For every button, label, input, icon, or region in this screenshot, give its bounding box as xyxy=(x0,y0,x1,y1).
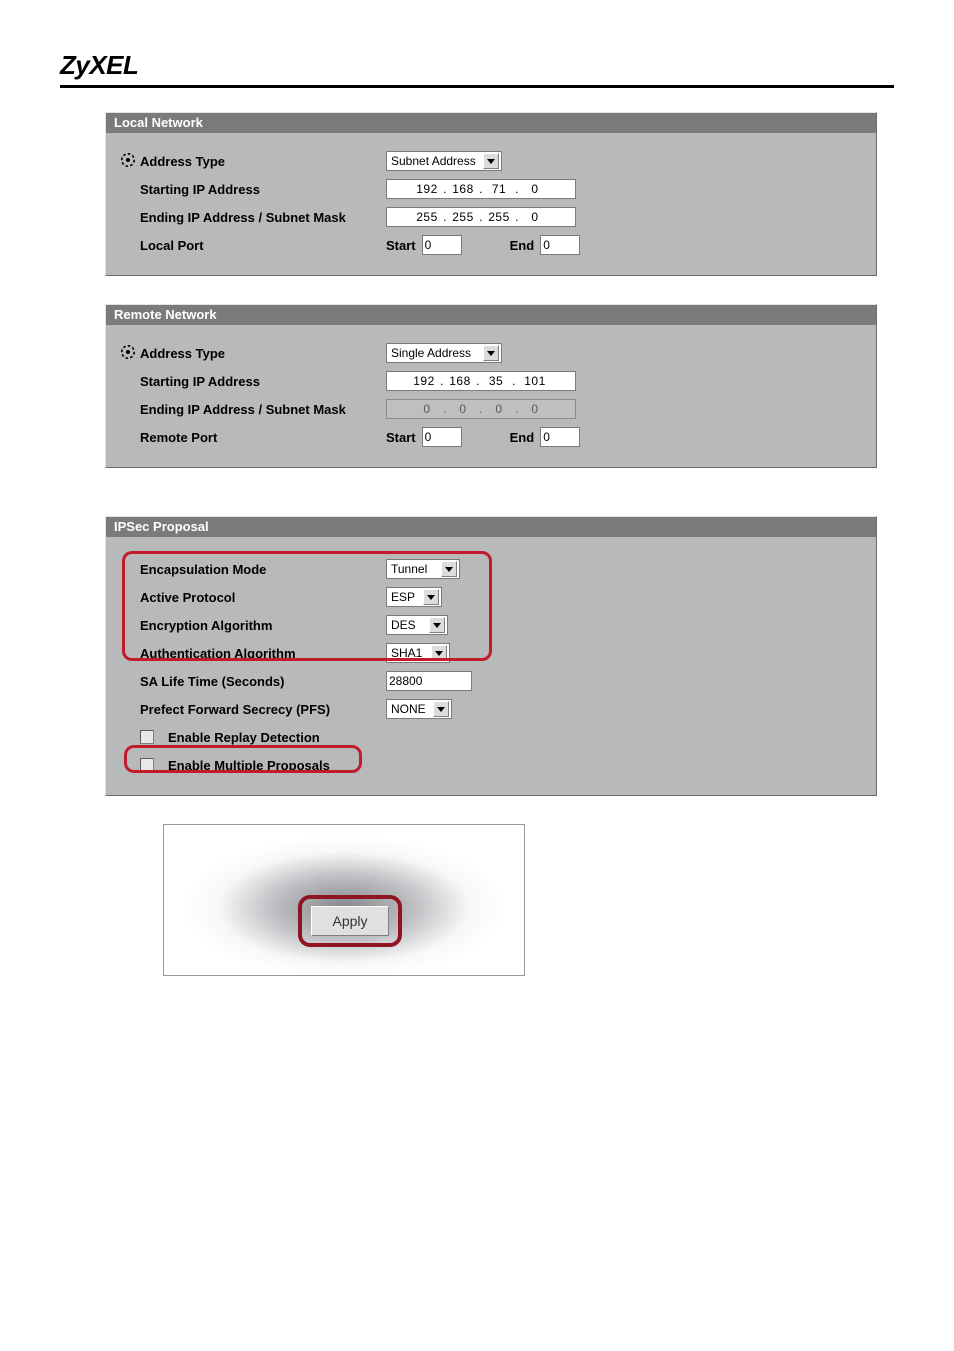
select-authentication-algorithm[interactable]: SHA1 xyxy=(386,643,450,663)
label-port-start: Start xyxy=(386,238,416,253)
highlight-box-apply: Apply xyxy=(298,895,402,947)
panel-ipsec-proposal: IPSec Proposal Encapsulation Mode Tunnel… xyxy=(105,516,877,796)
label-local-port: Local Port xyxy=(140,238,386,253)
select-pfs[interactable]: NONE xyxy=(386,699,452,719)
label-enable-multiple-proposals: Enable Multiple Proposals xyxy=(168,758,330,773)
label-starting-ip: Starting IP Address xyxy=(140,374,386,389)
select-value: ESP xyxy=(391,590,421,604)
apply-button[interactable]: Apply xyxy=(311,906,389,936)
select-encryption-algorithm[interactable]: DES xyxy=(386,615,448,635)
label-pfs: Prefect Forward Secrecy (PFS) xyxy=(140,702,386,717)
select-value: Single Address xyxy=(391,346,481,360)
panel-title-local: Local Network xyxy=(106,113,876,133)
label-active-protocol: Active Protocol xyxy=(140,590,386,605)
input-remote-port-start[interactable]: 0 xyxy=(422,427,462,447)
label-sa-life-time: SA Life Time (Seconds) xyxy=(140,674,386,689)
select-value: SHA1 xyxy=(391,646,429,660)
chevron-down-icon[interactable] xyxy=(429,617,445,633)
checkbox-enable-replay-detection[interactable] xyxy=(140,730,154,744)
label-authentication-algorithm: Authentication Algorithm xyxy=(140,646,386,661)
select-value: Tunnel xyxy=(391,562,439,576)
chevron-down-icon[interactable] xyxy=(431,645,447,661)
label-address-type: Address Type xyxy=(140,154,386,169)
select-encapsulation-mode[interactable]: Tunnel xyxy=(386,559,460,579)
chevron-down-icon[interactable] xyxy=(423,589,439,605)
input-remote-port-end[interactable]: 0 xyxy=(540,427,580,447)
select-remote-address-type[interactable]: Single Address xyxy=(386,343,502,363)
input-local-starting-ip[interactable]: 192. 168. 71. 0 xyxy=(386,179,576,199)
label-ending-ip: Ending IP Address / Subnet Mask xyxy=(140,402,386,417)
select-value: Subnet Address xyxy=(391,154,481,168)
label-remote-port: Remote Port xyxy=(140,430,386,445)
apply-area: Apply xyxy=(163,824,525,976)
select-value: NONE xyxy=(391,702,431,716)
chevron-down-icon[interactable] xyxy=(483,345,499,361)
label-starting-ip: Starting IP Address xyxy=(140,182,386,197)
input-local-ending-ip[interactable]: 255. 255. 255. 0 xyxy=(386,207,576,227)
select-active-protocol[interactable]: ESP xyxy=(386,587,442,607)
panel-remote-network: Remote Network Address Type Single Addre… xyxy=(105,304,877,468)
select-value: DES xyxy=(391,618,427,632)
label-encapsulation-mode: Encapsulation Mode xyxy=(140,562,386,577)
label-port-end: End xyxy=(510,430,535,445)
label-enable-replay-detection: Enable Replay Detection xyxy=(168,730,320,745)
label-port-end: End xyxy=(510,238,535,253)
checkbox-enable-multiple-proposals[interactable] xyxy=(140,758,154,772)
input-local-port-end[interactable]: 0 xyxy=(540,235,580,255)
label-address-type: Address Type xyxy=(140,346,386,361)
brand-title: ZyXEL xyxy=(60,50,894,81)
chevron-down-icon[interactable] xyxy=(441,561,457,577)
panel-title-remote: Remote Network xyxy=(106,305,876,325)
label-port-start: Start xyxy=(386,430,416,445)
input-remote-ending-ip-disabled: 0. 0. 0. 0 xyxy=(386,399,576,419)
input-local-port-start[interactable]: 0 xyxy=(422,235,462,255)
hint-icon xyxy=(119,151,137,172)
panel-local-network: Local Network Address Type Subnet Addres… xyxy=(105,112,877,276)
hint-icon xyxy=(119,343,137,364)
label-ending-ip: Ending IP Address / Subnet Mask xyxy=(140,210,386,225)
input-remote-starting-ip[interactable]: 192. 168. 35. 101 xyxy=(386,371,576,391)
chevron-down-icon[interactable] xyxy=(433,701,449,717)
select-local-address-type[interactable]: Subnet Address xyxy=(386,151,502,171)
chevron-down-icon[interactable] xyxy=(483,153,499,169)
input-sa-life-time[interactable]: 28800 xyxy=(386,671,472,691)
label-encryption-algorithm: Encryption Algorithm xyxy=(140,618,386,633)
header-rule xyxy=(60,85,894,88)
panel-title-ipsec: IPSec Proposal xyxy=(106,517,876,537)
